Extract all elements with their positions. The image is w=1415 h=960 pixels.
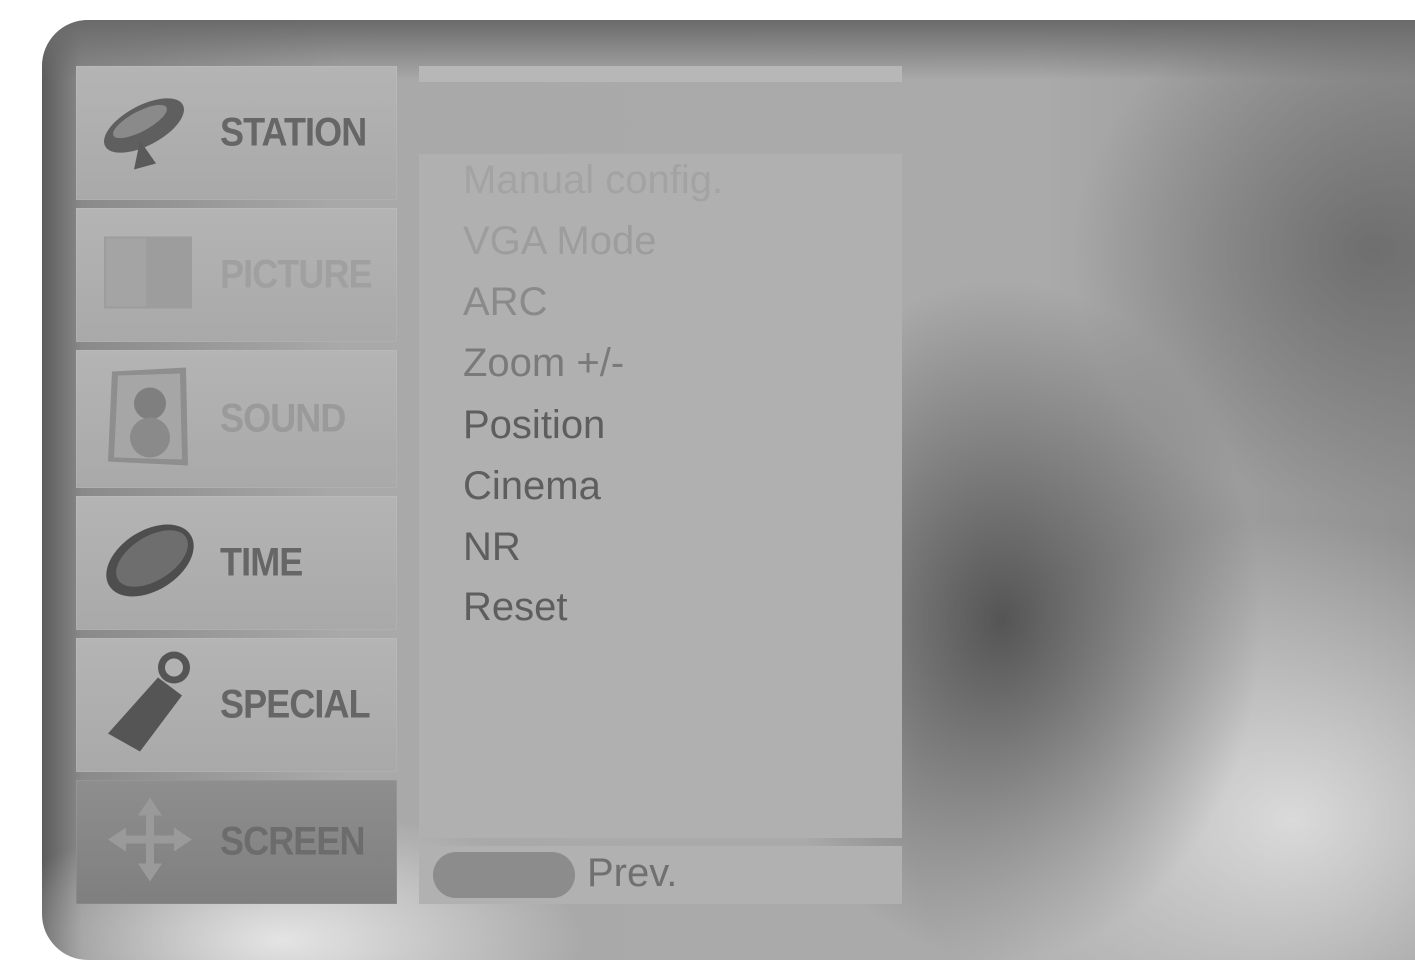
prev-button[interactable] bbox=[433, 852, 575, 898]
sidebar-item-special[interactable]: SPECIAL bbox=[76, 638, 397, 772]
title-bar bbox=[419, 66, 902, 82]
menu-item-reset[interactable]: Reset bbox=[463, 585, 568, 630]
tag-icon bbox=[100, 648, 200, 763]
sidebar-item-label: SOUND bbox=[220, 396, 346, 441]
sidebar-item-label: PICTURE bbox=[220, 252, 373, 297]
menu-item-cinema[interactable]: Cinema bbox=[463, 464, 601, 509]
menu-item-vga-mode[interactable]: VGA Mode bbox=[463, 219, 656, 264]
speaker-icon bbox=[100, 362, 196, 477]
sidebar-item-sound[interactable]: SOUND bbox=[76, 350, 397, 488]
sidebar-item-screen[interactable]: SCREEN bbox=[76, 780, 397, 904]
sidebar-item-station[interactable]: STATION bbox=[76, 66, 397, 200]
menu-item-manual-config[interactable]: Manual config. bbox=[463, 158, 723, 203]
menu-item-arc[interactable]: ARC bbox=[463, 280, 547, 325]
move-arrows-icon bbox=[100, 790, 200, 895]
menu-item-nr[interactable]: NR bbox=[463, 525, 521, 570]
prev-label: Prev. bbox=[587, 851, 678, 895]
clock-icon bbox=[100, 513, 200, 614]
menu-item-zoom[interactable]: Zoom +/- bbox=[463, 341, 624, 386]
sidebar-item-time[interactable]: TIME bbox=[76, 496, 397, 630]
menu-item-position[interactable]: Position bbox=[463, 403, 605, 448]
sidebar-item-picture[interactable]: PICTURE bbox=[76, 208, 397, 342]
satellite-dish-icon bbox=[100, 86, 196, 181]
sidebar-item-label: STATION bbox=[220, 110, 367, 155]
picture-icon bbox=[100, 231, 196, 320]
sidebar-item-label: TIME bbox=[220, 540, 303, 585]
sidebar-item-label: SPECIAL bbox=[220, 682, 371, 727]
sidebar-item-label: SCREEN bbox=[220, 819, 366, 864]
